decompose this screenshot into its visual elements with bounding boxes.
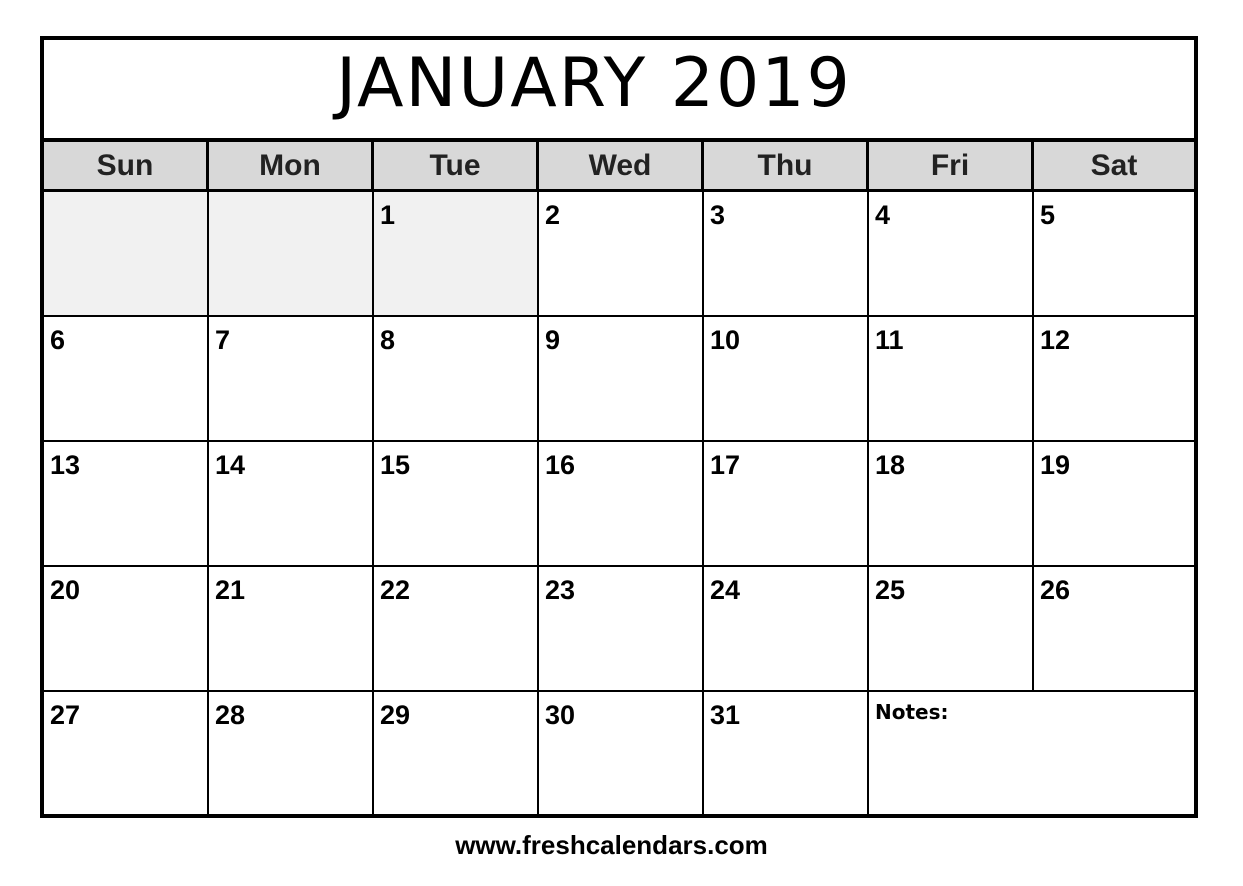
day-cell[interactable]: 12 [1034,317,1194,442]
weekday-header-sat: Sat [1034,142,1194,192]
day-number: 24 [710,575,741,605]
day-cell[interactable]: 29 [374,692,539,818]
day-cell[interactable]: 7 [209,317,374,442]
day-number: 21 [215,575,246,605]
day-number: 12 [1040,325,1071,355]
day-cell[interactable]: 4 [869,192,1034,317]
calendar-title-bar: JANUARY 2019 [44,40,1194,142]
footer: www.freshcalendars.com [0,830,1243,861]
day-number: 17 [710,450,741,480]
day-number: 4 [875,200,891,230]
day-number: 6 [50,325,66,355]
day-cell[interactable]: 30 [539,692,704,818]
day-number: 19 [1040,450,1071,480]
day-number: 13 [50,450,81,480]
day-cell[interactable]: 24 [704,567,869,692]
day-number: 31 [710,700,741,730]
empty-day-cell [209,192,374,317]
weekday-header-wed: Wed [539,142,704,192]
weekday-header-tue: Tue [374,142,539,192]
day-cell[interactable]: 19 [1034,442,1194,567]
day-cell[interactable]: 16 [539,442,704,567]
day-number: 11 [875,325,904,355]
day-cell[interactable]: 14 [209,442,374,567]
day-number: 8 [380,325,396,355]
day-cell[interactable]: 10 [704,317,869,442]
weekday-header-thu: Thu [704,142,869,192]
day-number: 15 [380,450,411,480]
day-number: 25 [875,575,906,605]
day-number: 22 [380,575,411,605]
day-number: 30 [545,700,576,730]
day-cell[interactable]: 2 [539,192,704,317]
day-number: 28 [215,700,246,730]
day-number: 29 [380,700,411,730]
day-cell[interactable]: 5 [1034,192,1194,317]
day-cell[interactable]: 11 [869,317,1034,442]
day-cell[interactable]: 27 [44,692,209,818]
day-cell[interactable]: 6 [44,317,209,442]
day-number: 20 [50,575,81,605]
day-number: 7 [215,325,231,355]
weekday-header-fri: Fri [869,142,1034,192]
day-cell[interactable]: 15 [374,442,539,567]
weekday-header-mon: Mon [209,142,374,192]
day-cell[interactable]: 1 [374,192,539,317]
empty-day-cell [44,192,209,317]
day-cell[interactable]: 26 [1034,567,1194,692]
day-cell[interactable]: 22 [374,567,539,692]
day-number: 10 [710,325,741,355]
day-number: 26 [1040,575,1071,605]
month-title: JANUARY 2019 [336,43,852,123]
day-cell[interactable]: 9 [539,317,704,442]
day-number: 2 [545,200,561,230]
day-number: 14 [215,450,246,480]
day-cell[interactable]: 13 [44,442,209,567]
day-cell[interactable]: 31 [704,692,869,818]
notes-area[interactable]: Notes: [869,692,1194,818]
website-url[interactable]: www.freshcalendars.com [455,830,768,860]
day-cell[interactable]: 3 [704,192,869,317]
day-cell[interactable]: 28 [209,692,374,818]
day-cell[interactable]: 20 [44,567,209,692]
notes-label: Notes: [875,700,949,724]
day-cell[interactable]: 17 [704,442,869,567]
day-number: 1 [380,200,396,230]
day-cell[interactable]: 18 [869,442,1034,567]
day-number: 27 [50,700,81,730]
day-number: 3 [710,200,726,230]
day-number: 18 [875,450,906,480]
weekday-header-sun: Sun [44,142,209,192]
calendar-grid: Sun Mon Tue Wed Thu Fri Sat 1 2 3 4 5 6 7 8 9 10 11 12 13 14… [44,142,1194,818]
day-cell[interactable]: 23 [539,567,704,692]
day-number: 16 [545,450,576,480]
day-cell[interactable]: 25 [869,567,1034,692]
day-cell[interactable]: 8 [374,317,539,442]
day-number: 9 [545,325,561,355]
calendar-frame: JANUARY 2019 Sun Mon Tue Wed Thu Fri Sat 1 2 3 4 5 6… [40,36,1198,818]
day-cell[interactable]: 21 [209,567,374,692]
day-number: 23 [545,575,576,605]
day-number: 5 [1040,200,1056,230]
